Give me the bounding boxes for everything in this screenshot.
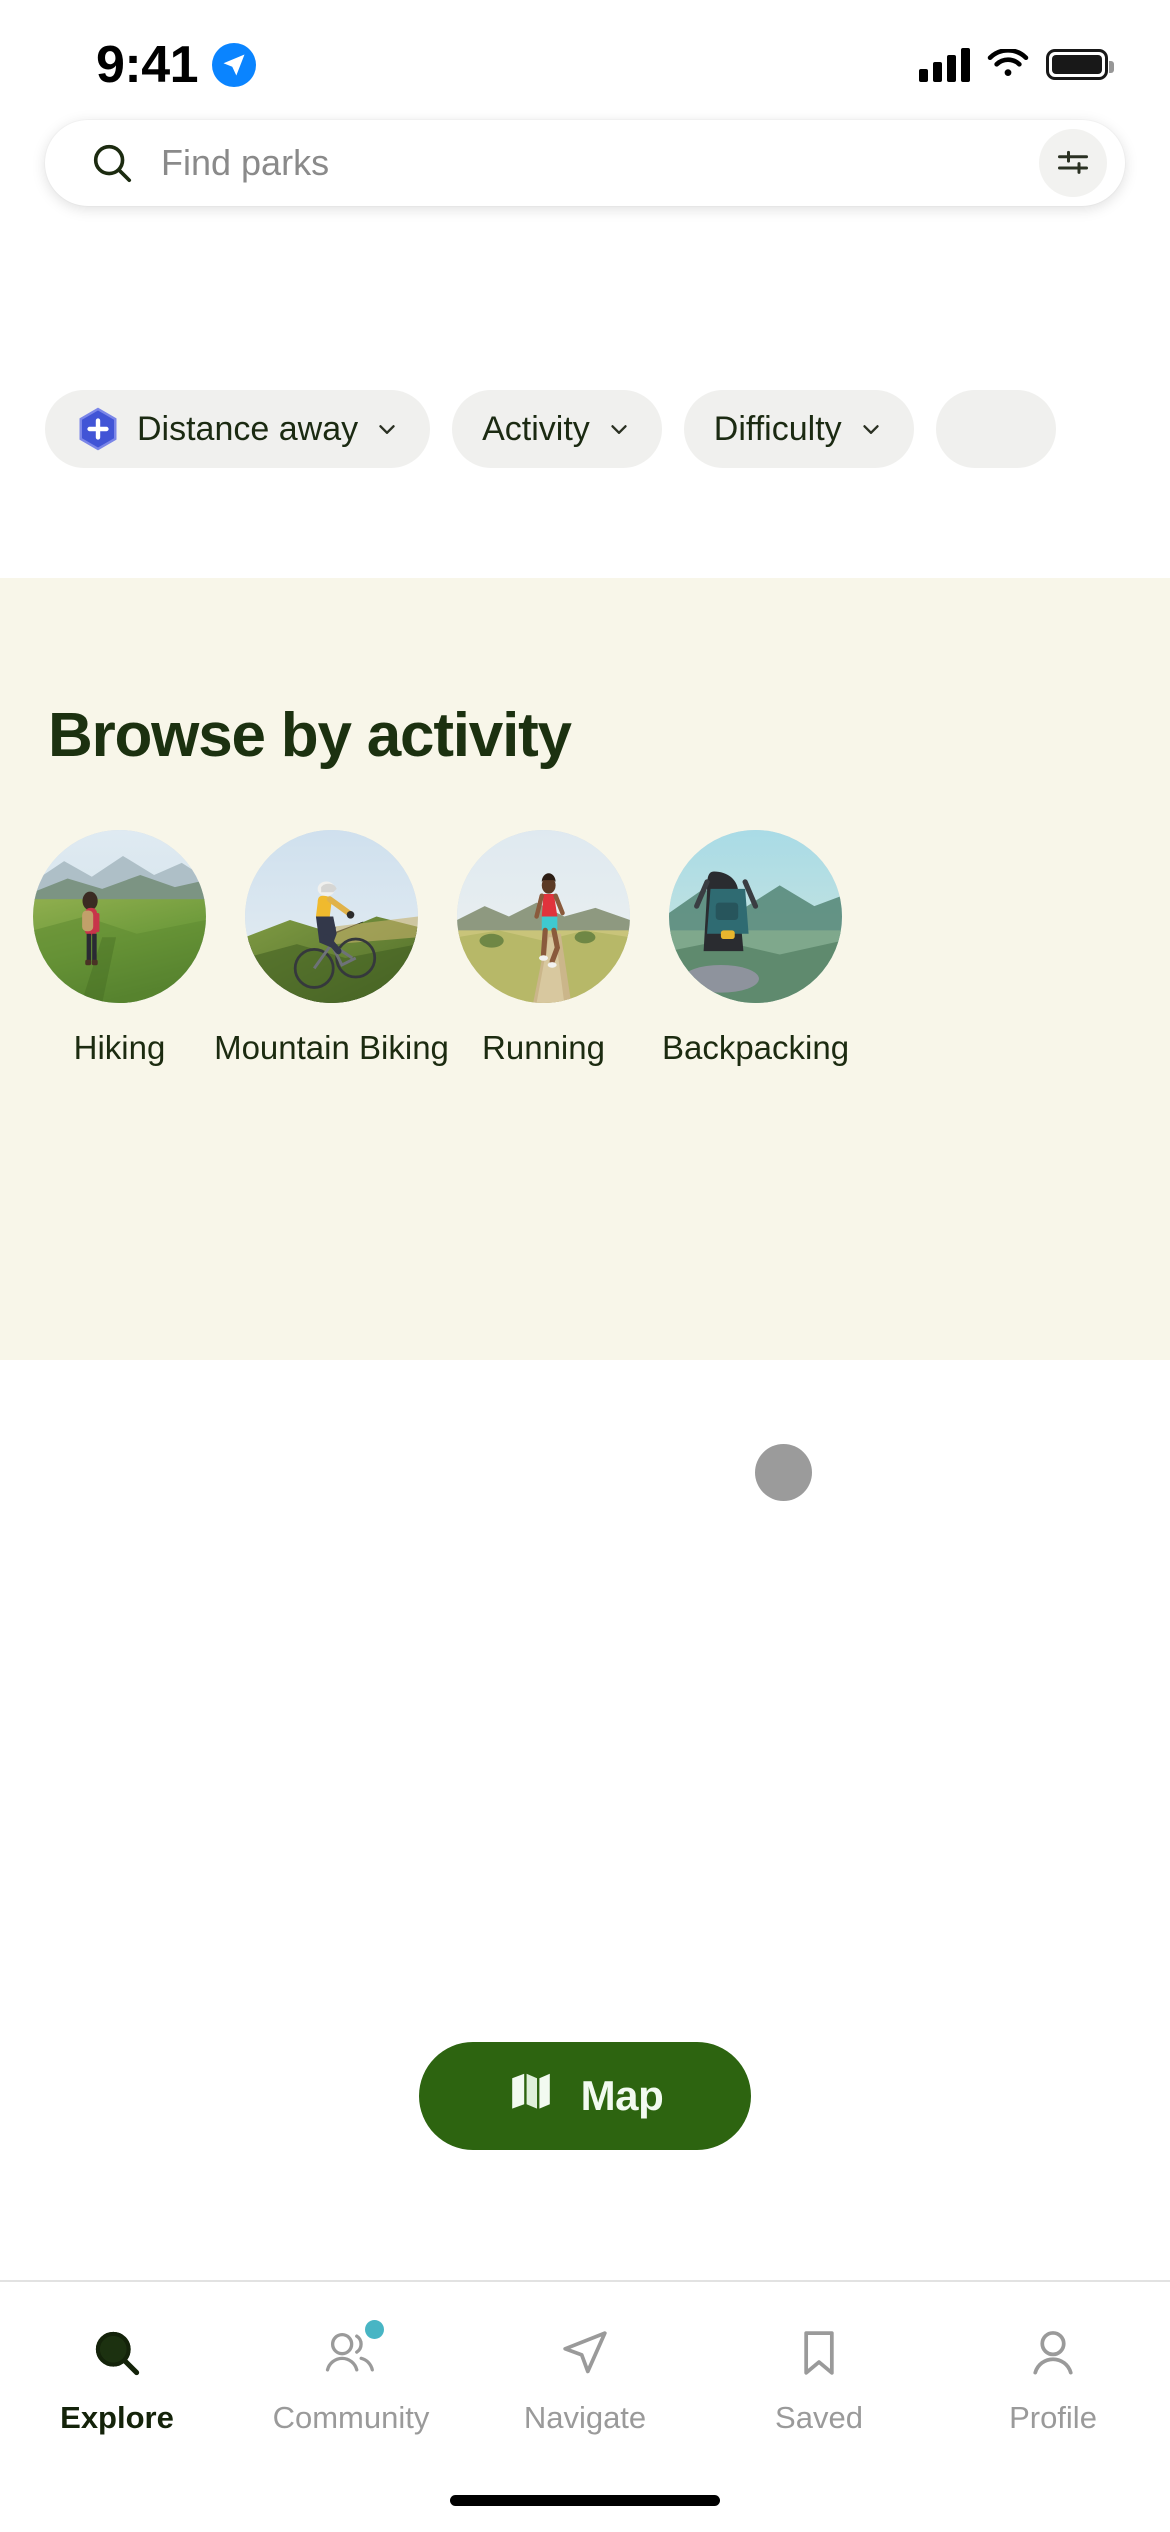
activity-label: Hiking xyxy=(73,1029,166,1066)
two-people-icon xyxy=(320,2320,384,2382)
cellular-signal-icon xyxy=(919,47,970,82)
status-bar-right xyxy=(919,47,1114,82)
search-bar-container xyxy=(45,120,1125,206)
chevron-down-icon xyxy=(862,425,879,434)
section-title: Browse by activity xyxy=(48,701,572,770)
search-input[interactable] xyxy=(161,120,1039,206)
filter-chip-label: Activity xyxy=(482,409,590,448)
tab-label: Profile xyxy=(1009,2400,1097,2435)
hexagon-plus-badge-icon xyxy=(75,406,121,452)
activity-label: Running xyxy=(482,1029,605,1066)
filter-chip-distance-away[interactable]: Distance away xyxy=(45,390,431,468)
person-icon xyxy=(1025,2324,1081,2382)
tab-saved[interactable]: Saved xyxy=(702,2324,936,2436)
browse-by-activity-section: Browse by activity Hiking Mountain Bikin… xyxy=(0,578,1170,1360)
tab-label: Explore xyxy=(60,2400,174,2435)
activity-image-hiking xyxy=(33,830,206,1003)
app-screen: 9:41 Find parks Distance away Activity D… xyxy=(0,0,1170,2532)
activity-card-mountain-biking[interactable]: Mountain Biking xyxy=(214,830,449,1067)
tab-explore[interactable]: Explore xyxy=(0,2324,234,2436)
battery-full-icon xyxy=(1046,49,1114,80)
activity-image-running xyxy=(457,830,630,1003)
filter-chip-difficulty[interactable]: Difficulty xyxy=(683,390,914,468)
search-magnifier-filled-icon xyxy=(89,2324,145,2382)
tab-label: Community xyxy=(272,2400,430,2435)
tab-label: Navigate xyxy=(523,2400,647,2435)
status-time: 9:41 xyxy=(96,35,199,94)
wifi-icon xyxy=(987,48,1029,76)
activity-image-mountain-biking xyxy=(245,830,418,1003)
activity-label: Mountain Biking xyxy=(214,1029,449,1066)
tab-community[interactable]: Community xyxy=(234,2320,468,2436)
map-button-label: Map xyxy=(580,2072,664,2119)
search-icon xyxy=(89,140,135,186)
sliders-filter-icon xyxy=(1055,144,1091,183)
activity-carousel[interactable]: Hiking Mountain Biking Running Backpacki… xyxy=(0,830,1170,1067)
tab-profile[interactable]: Profile xyxy=(936,2324,1170,2436)
activity-image-backpacking xyxy=(669,830,842,1003)
location-arrow-icon xyxy=(212,42,257,87)
map-button[interactable]: Map xyxy=(419,2042,751,2150)
filter-chip-label: Distance away xyxy=(137,409,359,448)
status-bar: 9:41 xyxy=(0,0,1170,115)
status-bar-left: 9:41 xyxy=(96,35,257,94)
activity-card-hiking[interactable]: Hiking xyxy=(33,830,206,1067)
activity-card-backpacking[interactable]: Backpacking xyxy=(662,830,849,1067)
activity-card-running[interactable]: Running xyxy=(457,830,630,1067)
filter-chip-overflow[interactable] xyxy=(935,390,1056,468)
tab-label: Saved xyxy=(775,2400,863,2435)
filter-chip-activity[interactable]: Activity xyxy=(452,390,662,468)
activity-label: Backpacking xyxy=(661,1029,850,1066)
community-badge-dot xyxy=(365,2320,384,2339)
map-folded-icon xyxy=(507,2067,555,2125)
filter-chip-row[interactable]: Distance away Activity Difficulty xyxy=(0,382,1170,476)
home-indicator xyxy=(450,2495,720,2506)
search-bar[interactable] xyxy=(45,120,1125,206)
chevron-down-icon xyxy=(611,425,627,434)
paper-plane-icon xyxy=(557,2324,613,2382)
filter-chip-label: Difficulty xyxy=(713,409,842,448)
loading-dot xyxy=(755,1444,812,1501)
tab-navigate[interactable]: Navigate xyxy=(468,2324,702,2436)
bookmark-icon xyxy=(794,2324,844,2382)
filter-button[interactable] xyxy=(1039,129,1107,197)
chevron-down-icon xyxy=(379,425,395,434)
